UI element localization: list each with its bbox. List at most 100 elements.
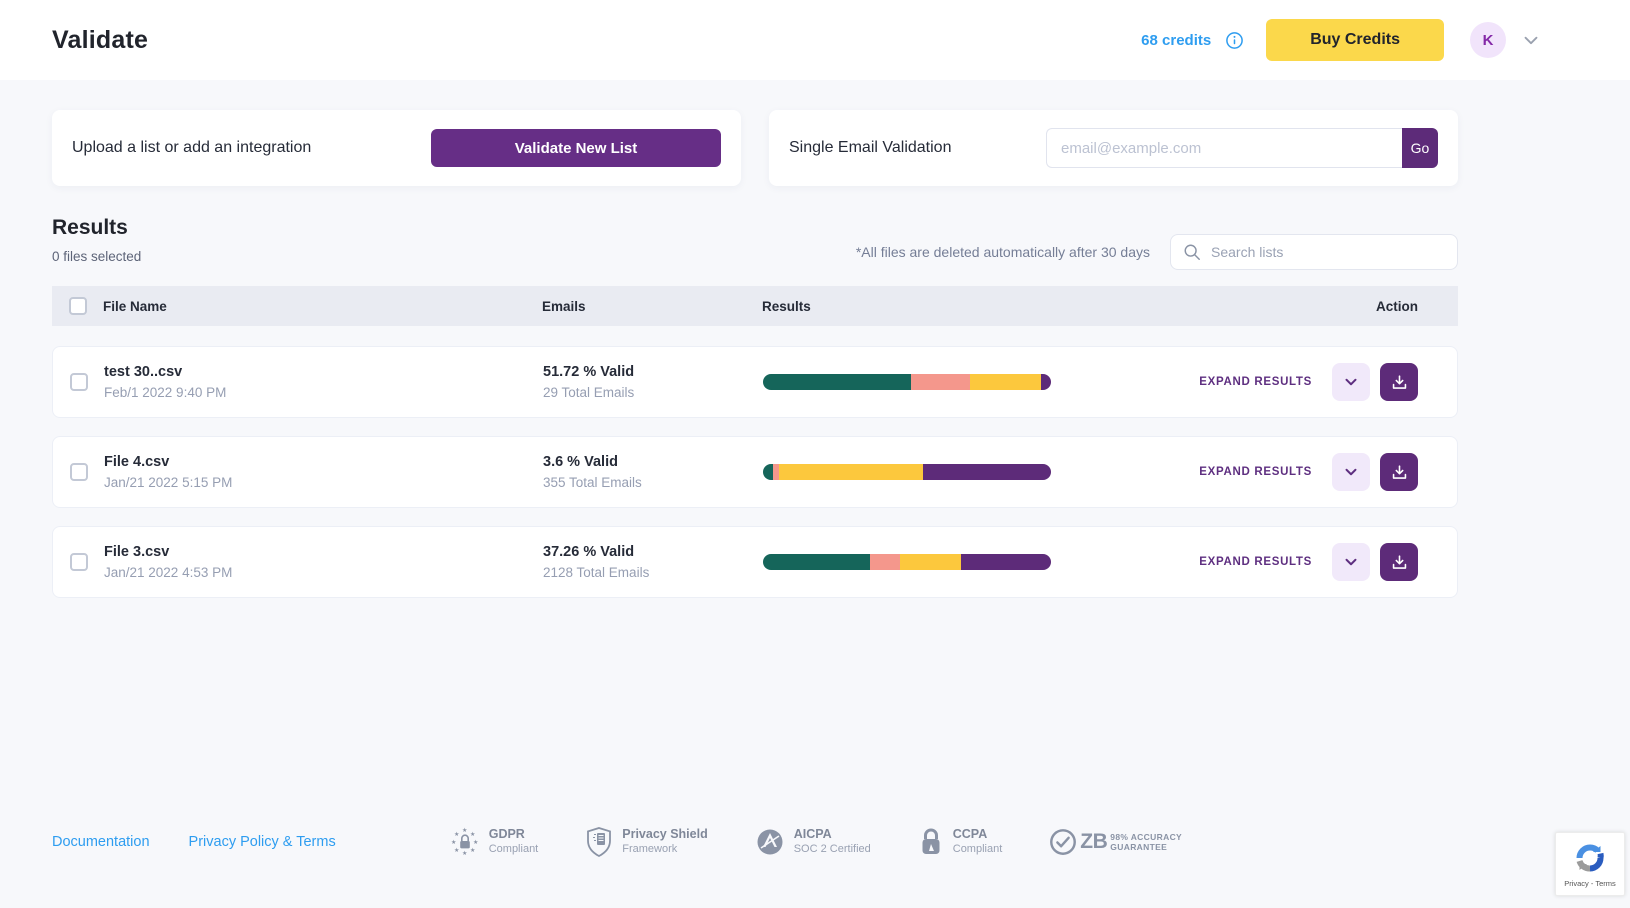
bar-segment-teal	[763, 374, 911, 390]
emails-cell: 3.6 % Valid 355 Total Emails	[543, 454, 763, 490]
results-cell: EXPAND RESULTS	[763, 363, 1457, 401]
expand-results-link[interactable]: EXPAND RESULTS	[1199, 556, 1312, 568]
search-input[interactable]	[1211, 244, 1445, 260]
avatar[interactable]: K	[1470, 22, 1506, 58]
bar-segment-purple	[923, 464, 1051, 480]
chevron-down-icon	[1342, 463, 1360, 481]
single-email-input[interactable]	[1046, 128, 1402, 168]
chevron-down-icon	[1342, 553, 1360, 571]
page-title: Validate	[52, 26, 148, 55]
upload-card: Upload a list or add an integration Vali…	[52, 110, 741, 186]
auto-delete-note: *All files are deleted automatically aft…	[856, 244, 1150, 260]
bar-segment-salmon	[870, 554, 900, 570]
results-title: Results	[52, 216, 141, 240]
svg-text:★: ★	[470, 831, 475, 838]
action-group: EXPAND RESULTS	[1199, 543, 1418, 581]
valid-percent: 51.72 % Valid	[543, 364, 763, 380]
privacy-shield-badge: Privacy Shield Framework	[584, 826, 707, 858]
gdpr-stars-lock-icon: ★★★ ★★ ★★★	[449, 826, 481, 858]
file-name: test 30..csv	[104, 364, 543, 380]
credits-link[interactable]: 68 credits	[1141, 32, 1211, 49]
validate-new-list-button[interactable]: Validate New List	[431, 129, 721, 167]
top-bar: Validate 68 credits Buy Credits K	[0, 0, 1630, 80]
ccpa-badge-text: CCPA Compliant	[953, 827, 1003, 856]
row-expand-chevron-button[interactable]	[1332, 543, 1370, 581]
table-row: File 3.csv Jan/21 2022 4:53 PM 37.26 % V…	[52, 526, 1458, 598]
emails-cell: 51.72 % Valid 29 Total Emails	[543, 364, 763, 400]
row-checkbox[interactable]	[70, 553, 88, 571]
download-button[interactable]	[1380, 543, 1418, 581]
svg-text:★: ★	[470, 847, 475, 854]
ccpa-lock-icon	[917, 826, 945, 858]
search-box	[1170, 234, 1458, 270]
aicpa-badge: AICPA SOC 2 Certified	[754, 826, 871, 858]
go-button[interactable]: Go	[1402, 128, 1438, 168]
documentation-link[interactable]: Documentation	[52, 834, 150, 850]
results-section: Results 0 files selected *All files are …	[52, 216, 1458, 598]
buy-credits-button[interactable]: Buy Credits	[1266, 19, 1444, 61]
chevron-down-icon	[1342, 373, 1360, 391]
action-group: EXPAND RESULTS	[1199, 453, 1418, 491]
col-file-name: File Name	[103, 299, 542, 314]
gdpr-badge: ★★★ ★★ ★★★ GDPR Compliant	[449, 826, 539, 858]
emails-cell: 37.26 % Valid 2128 Total Emails	[543, 544, 763, 580]
file-date: Jan/21 2022 4:53 PM	[104, 565, 543, 580]
download-icon	[1390, 373, 1409, 392]
valid-percent: 3.6 % Valid	[543, 454, 763, 470]
credits-info-icon[interactable]	[1225, 31, 1244, 50]
download-button[interactable]	[1380, 363, 1418, 401]
bar-segment-purple	[961, 554, 1051, 570]
top-cards: Upload a list or add an integration Vali…	[52, 110, 1458, 186]
expand-results-link[interactable]: EXPAND RESULTS	[1199, 376, 1312, 388]
file-date: Jan/21 2022 5:15 PM	[104, 475, 543, 490]
recaptcha-privacy-terms[interactable]: Privacy - Terms	[1564, 879, 1616, 888]
recaptcha-badge[interactable]: Privacy - Terms	[1555, 832, 1625, 896]
total-emails: 29 Total Emails	[543, 385, 763, 400]
results-cell: EXPAND RESULTS	[763, 543, 1457, 581]
svg-text:★: ★	[454, 847, 459, 854]
results-bar	[763, 374, 1051, 390]
expand-results-link[interactable]: EXPAND RESULTS	[1199, 466, 1312, 478]
account-chevron-down-icon[interactable]	[1520, 29, 1542, 51]
col-emails: Emails	[542, 299, 762, 314]
bar-segment-salmon	[911, 374, 970, 390]
col-action: Action	[1376, 299, 1458, 314]
privacy-shield-icon	[584, 826, 614, 858]
download-button[interactable]	[1380, 453, 1418, 491]
file-cell: File 4.csv Jan/21 2022 5:15 PM	[104, 454, 543, 490]
aicpa-soc2-icon	[754, 826, 786, 858]
results-head-right: *All files are deleted automatically aft…	[856, 234, 1458, 270]
single-email-input-group: Go	[1046, 128, 1438, 168]
table-row: File 4.csv Jan/21 2022 5:15 PM 3.6 % Val…	[52, 436, 1458, 508]
row-expand-chevron-button[interactable]	[1332, 363, 1370, 401]
aicpa-badge-text: AICPA SOC 2 Certified	[794, 827, 871, 856]
gdpr-badge-text: GDPR Compliant	[489, 827, 539, 856]
col-results: Results	[762, 299, 1376, 314]
total-emails: 2128 Total Emails	[543, 565, 763, 580]
file-cell: File 3.csv Jan/21 2022 4:53 PM	[104, 544, 543, 580]
bar-segment-yellow	[900, 554, 961, 570]
footer: Documentation Privacy Policy & Terms ★★★…	[52, 826, 1182, 858]
recaptcha-icon	[1572, 840, 1608, 876]
file-date: Feb/1 2022 9:40 PM	[104, 385, 543, 400]
files-selected-count: 0 files selected	[52, 249, 141, 264]
zb-guarantee-text: 98% ACCURACY GUARANTEE	[1110, 832, 1182, 852]
check-circle-icon	[1048, 827, 1078, 857]
svg-text:★: ★	[451, 839, 456, 846]
table-row: test 30..csv Feb/1 2022 9:40 PM 51.72 % …	[52, 346, 1458, 418]
row-checkbox[interactable]	[70, 463, 88, 481]
privacy-shield-badge-text: Privacy Shield Framework	[622, 827, 707, 856]
bar-segment-yellow	[970, 374, 1041, 390]
row-expand-chevron-button[interactable]	[1332, 453, 1370, 491]
bar-segment-yellow	[779, 464, 923, 480]
total-emails: 355 Total Emails	[543, 475, 763, 490]
select-all-checkbox[interactable]	[69, 297, 87, 315]
action-group: EXPAND RESULTS	[1199, 363, 1418, 401]
file-name: File 3.csv	[104, 544, 543, 560]
single-email-card: Single Email Validation Go	[769, 110, 1458, 186]
row-checkbox[interactable]	[70, 373, 88, 391]
single-email-label: Single Email Validation	[789, 139, 951, 157]
privacy-policy-link[interactable]: Privacy Policy & Terms	[189, 834, 336, 850]
valid-percent: 37.26 % Valid	[543, 544, 763, 560]
zb-logo-text: ZB	[1080, 830, 1107, 854]
